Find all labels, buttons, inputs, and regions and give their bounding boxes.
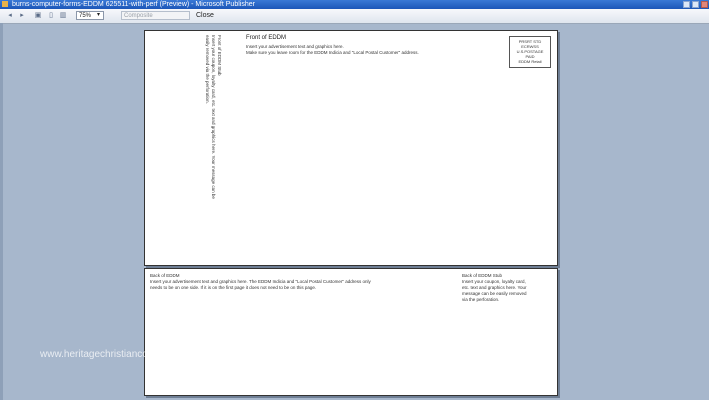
- close-window-button[interactable]: [701, 1, 708, 8]
- watermark-text: www.heritagechristiancollege.com: [40, 349, 191, 360]
- chevron-down-icon[interactable]: ▾: [97, 11, 100, 18]
- multiple-pages-icon[interactable]: ▥: [59, 12, 67, 20]
- back-page: Back of EDDM Insert your advertisement t…: [144, 268, 558, 396]
- front-line-2: Make sure you leave room for the EDDM In…: [246, 50, 419, 55]
- print-icon[interactable]: ▣: [34, 12, 42, 20]
- front-page: Front of EDDM Stub Insert your coupon, l…: [144, 30, 558, 266]
- front-line-1: Insert your advertisement text and graph…: [246, 44, 344, 49]
- one-page-icon[interactable]: ▯: [47, 12, 55, 20]
- left-edge-bar: [0, 23, 3, 400]
- front-title: Front of EDDM: [246, 35, 287, 41]
- maximize-button[interactable]: [692, 1, 699, 8]
- back-line-2: needs to be on one side. If it is on the…: [150, 285, 317, 290]
- back-arrow-icon[interactable]: ◂: [6, 12, 14, 20]
- front-stub-text-2: easily removed via the perforation.: [205, 35, 210, 104]
- front-stub-title: Front of EDDM Stub: [217, 35, 222, 76]
- page-select-dropdown[interactable]: Composite: [121, 11, 190, 20]
- postage-indicia-box: PRSRT STD ECRWSS U.S.POSTAGE PAID EDDM R…: [509, 36, 551, 68]
- publisher-app-icon: [2, 1, 8, 7]
- close-preview-button[interactable]: Close: [196, 11, 214, 20]
- title-bar: burns-computer-forms-EDDM 625511-with-pe…: [0, 0, 709, 9]
- minimize-button[interactable]: [683, 1, 690, 8]
- print-preview-toolbar: ◂ ▸ ▣ ▯ ▥ 75% ▾ Composite Close: [0, 9, 709, 24]
- back-stub-line: via the perforation.: [462, 297, 500, 302]
- front-stub-text-1: Insert your coupon, loyalty card, etc. t…: [211, 35, 216, 199]
- window-title: burns-computer-forms-EDDM 625511-with-pe…: [11, 1, 255, 8]
- forward-arrow-icon[interactable]: ▸: [18, 12, 26, 20]
- postage-line: EDDM Retail: [518, 59, 542, 64]
